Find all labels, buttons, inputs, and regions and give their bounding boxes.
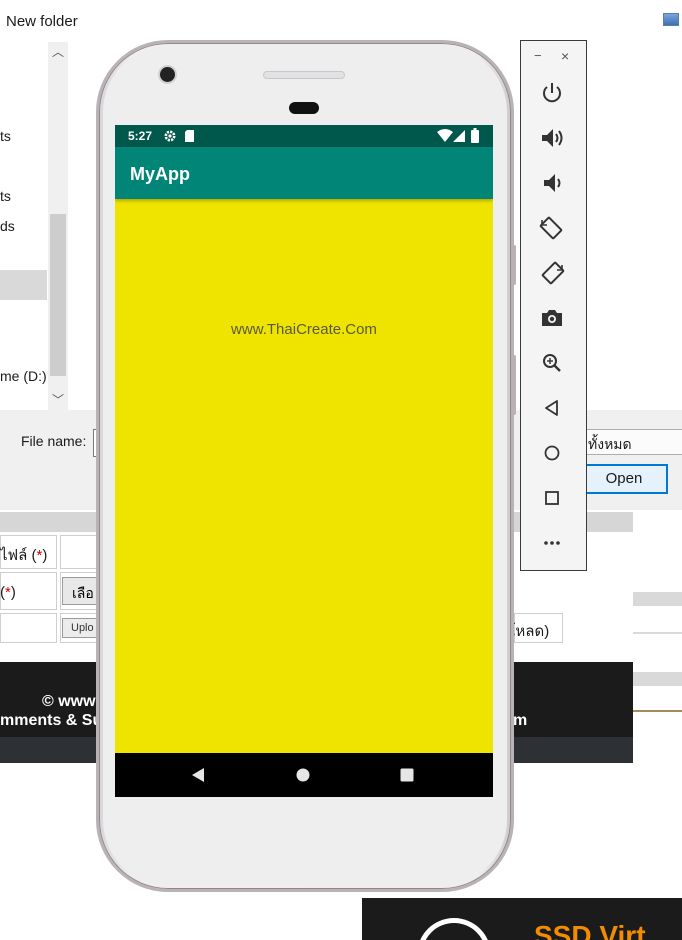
page-divider xyxy=(633,710,682,712)
ad-banner[interactable]: SSD Virt xyxy=(362,898,682,940)
footer-copyright: © www xyxy=(42,693,96,710)
file-type-filter[interactable]: ทั้งหมด xyxy=(585,429,682,455)
scroll-down-icon[interactable]: ﹀ xyxy=(48,392,68,408)
nav-back-icon[interactable] xyxy=(191,768,205,782)
side-strip xyxy=(633,592,682,606)
rotate-right-icon[interactable] xyxy=(538,259,566,287)
file-label: ไฟล์ (*) xyxy=(0,547,48,564)
earpiece-speaker xyxy=(263,71,345,79)
minimize-button[interactable]: − xyxy=(534,48,542,63)
dialog-title: New folder xyxy=(6,13,78,30)
scrollbar-thumb[interactable] xyxy=(50,214,66,376)
nav-item[interactable]: ts xyxy=(0,188,11,204)
ad-text: SSD Virt xyxy=(534,920,646,940)
home-icon[interactable] xyxy=(538,439,566,467)
open-button[interactable]: Open xyxy=(580,464,668,494)
app-title: MyApp xyxy=(130,164,190,184)
file-input-cell[interactable] xyxy=(60,535,100,569)
nav-item-selected[interactable] xyxy=(0,270,47,300)
side-strip xyxy=(633,632,682,634)
scroll-up-icon[interactable]: ︿ xyxy=(48,44,68,60)
zoom-icon[interactable] xyxy=(538,349,566,377)
back-icon[interactable] xyxy=(538,394,566,422)
close-button[interactable]: × xyxy=(561,48,569,64)
wifi-icon xyxy=(437,129,453,142)
volume-up-icon[interactable] xyxy=(538,124,566,152)
form-label-cell xyxy=(0,613,57,643)
battery-icon xyxy=(471,128,479,143)
settings-gear-icon xyxy=(164,130,176,142)
nav-item-drive[interactable]: me (D:) xyxy=(0,368,47,384)
nav-home-icon[interactable] xyxy=(296,768,310,782)
power-side-button xyxy=(512,245,516,285)
status-time: 5:27 xyxy=(128,129,153,143)
rotate-left-icon[interactable] xyxy=(538,214,566,242)
dialog-title-bar xyxy=(0,0,682,43)
nav-overview-icon[interactable] xyxy=(400,768,414,782)
volume-down-icon[interactable] xyxy=(538,169,566,197)
volume-side-button xyxy=(512,355,516,415)
content-text: www.ThaiCreate.Com xyxy=(231,321,377,338)
power-icon[interactable] xyxy=(538,79,566,107)
required-label: (*) xyxy=(0,584,16,601)
proximity-sensor xyxy=(289,102,319,114)
footer-fragment: m xyxy=(513,712,528,729)
device-screen[interactable]: 5:27 MyApp www.ThaiCreate.Com xyxy=(115,125,493,797)
side-strip xyxy=(633,672,682,686)
overview-icon[interactable] xyxy=(538,484,566,512)
cloud-logo-icon xyxy=(417,918,491,940)
nav-item[interactable]: ts xyxy=(0,128,11,144)
sd-card-icon xyxy=(185,130,194,142)
cell-signal-icon xyxy=(453,130,465,142)
footer-comments: mments & Su xyxy=(0,712,103,729)
file-name-label: File name: xyxy=(21,433,87,449)
front-camera-icon xyxy=(160,67,175,82)
window-image-icon xyxy=(663,13,679,26)
more-icon[interactable] xyxy=(538,529,566,557)
nav-item[interactable]: ds xyxy=(0,218,15,234)
camera-icon[interactable] xyxy=(538,304,566,332)
